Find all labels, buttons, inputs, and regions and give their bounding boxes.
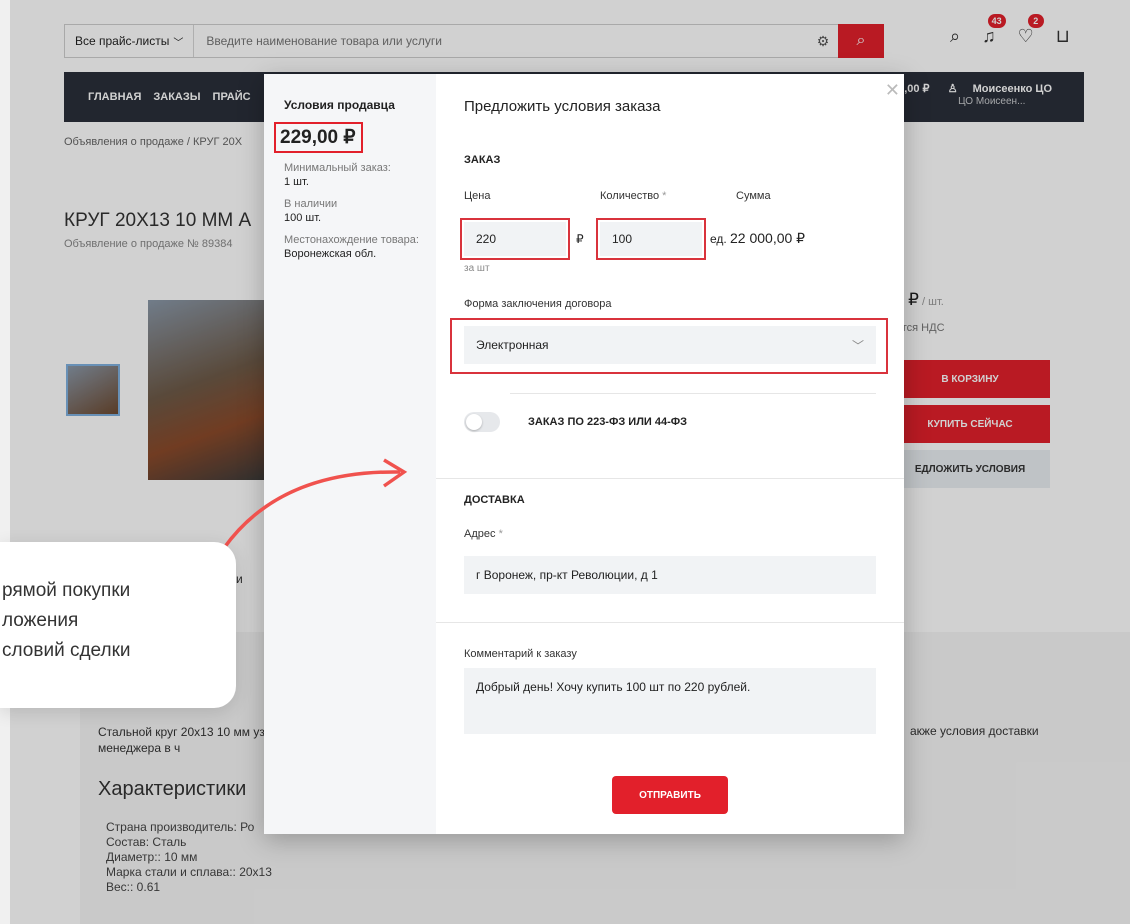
- callout-bubble: рямой покупки ложения словий сделки: [0, 542, 236, 708]
- callout-line: словий сделки: [2, 640, 131, 661]
- callout-line: ложения: [2, 610, 79, 631]
- arrow-curve: [222, 470, 401, 550]
- annotation-arrow: [222, 458, 408, 550]
- callout-line: рямой покупки: [2, 580, 131, 601]
